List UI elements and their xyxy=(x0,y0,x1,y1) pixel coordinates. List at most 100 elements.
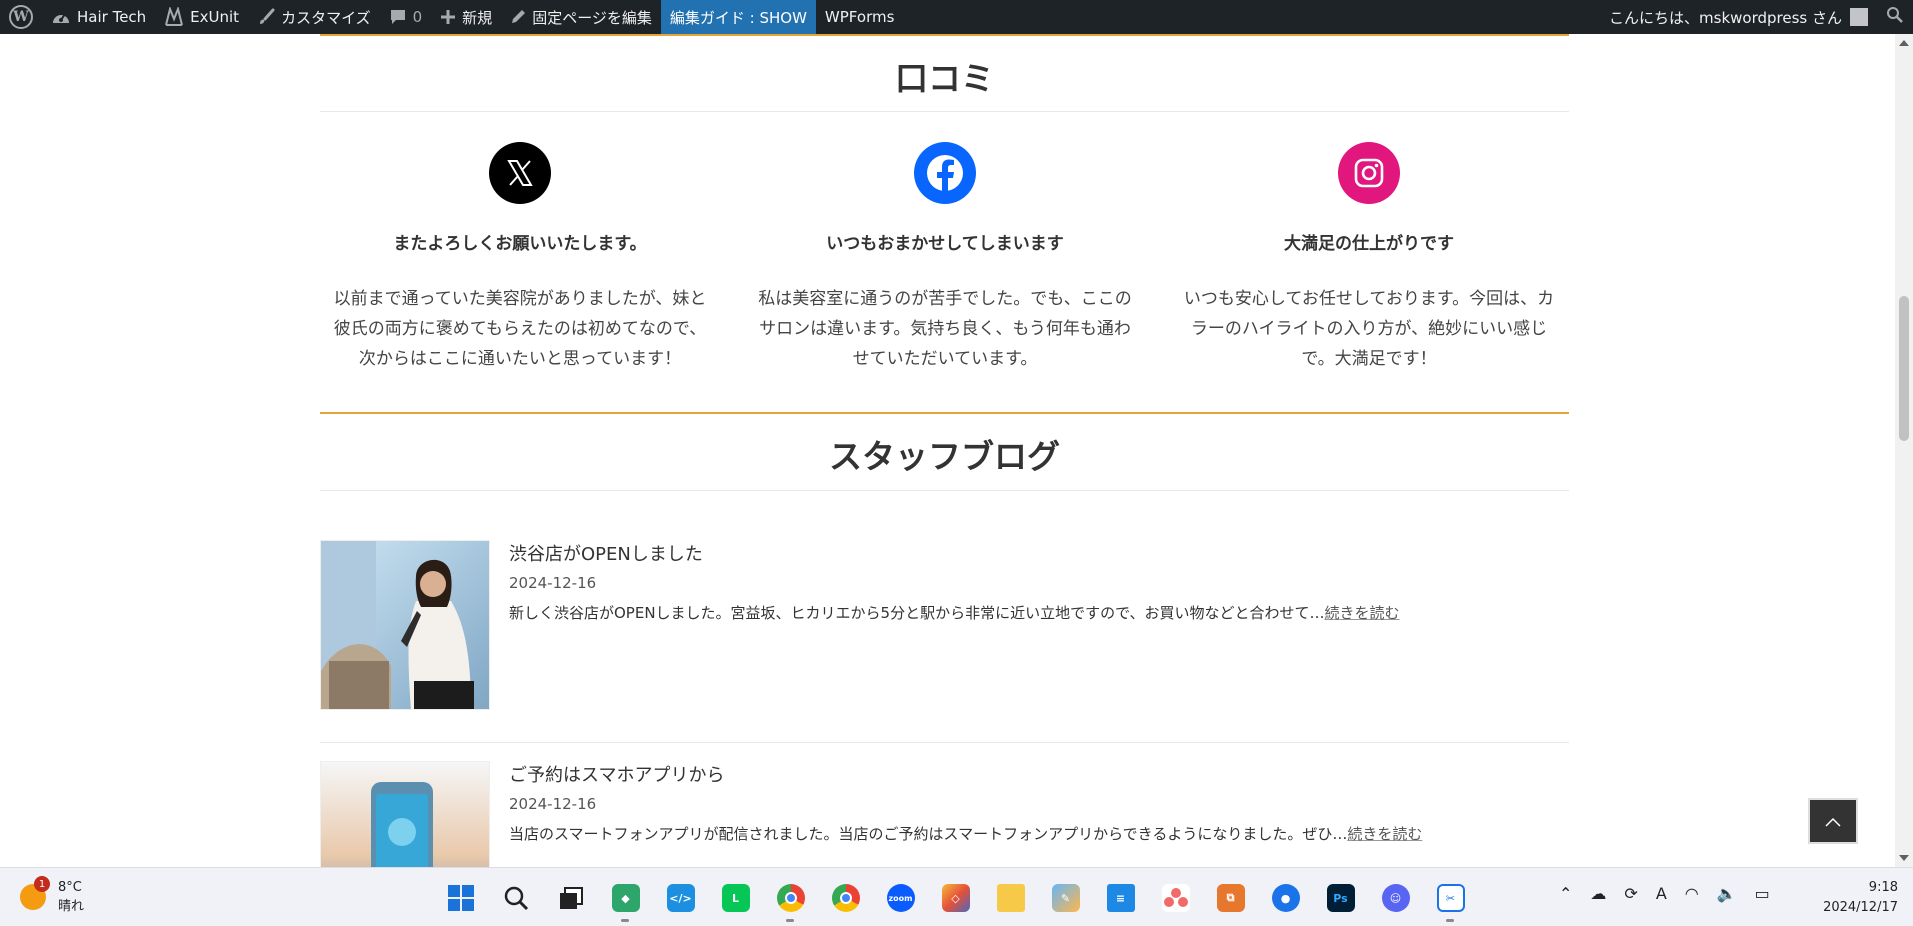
taskbar-app-maps[interactable]: ● xyxy=(1258,880,1313,916)
wp-logo-menu[interactable]: W xyxy=(0,0,42,34)
edit-guide-menu[interactable]: 編集ガイド : SHOW xyxy=(660,0,816,34)
edit-guide-label: 編集ガイド : SHOW xyxy=(669,8,807,27)
review-body: 以前まで通っていた美容院がありましたが、妹と 彼氏の両方に褒めてもらえたのは初め… xyxy=(320,284,720,374)
taskbar-app-file-explorer[interactable] xyxy=(983,880,1038,916)
sync-icon[interactable]: ⟳ xyxy=(1624,884,1637,903)
review-line: ラーのハイライトの入り方が、絶妙にいい感じ xyxy=(1190,319,1548,339)
avatar xyxy=(1850,8,1868,26)
edit-page-label: 固定ページを編集 xyxy=(532,8,652,27)
battery-icon[interactable]: ▭ xyxy=(1755,884,1770,903)
instagram-icon[interactable] xyxy=(1338,142,1400,204)
review-line: 彼氏の両方に褒めてもらえたのは初めてなので、 xyxy=(333,319,707,339)
section-divider xyxy=(320,412,1569,414)
review-line: いつも安心してお任せしております。今回は、カ xyxy=(1183,289,1555,309)
post-divider xyxy=(320,742,1569,743)
site-name-menu[interactable]: Hair Tech xyxy=(42,0,155,34)
taskbar-app-discord[interactable]: ☺ xyxy=(1368,880,1423,916)
read-more-link[interactable]: 続きを読む xyxy=(1325,604,1400,622)
post-date: 2024-12-16 xyxy=(509,574,597,592)
review-body: いつも安心してお任せしております。今回は、カ ラーのハイライトの入り方が、絶妙に… xyxy=(1169,284,1569,374)
speaker-icon[interactable]: 🔈 xyxy=(1717,884,1737,903)
search-icon xyxy=(1886,6,1904,28)
post-thumbnail-woman[interactable] xyxy=(320,540,490,710)
taskbar-app-line[interactable]: L xyxy=(708,880,763,916)
taskbar-app-chrome-1[interactable] xyxy=(763,880,818,922)
facebook-icon[interactable] xyxy=(914,142,976,204)
asana-icon xyxy=(1161,884,1190,912)
start-button[interactable] xyxy=(433,880,488,916)
post-title-link[interactable]: ご予約はスマホアプリから xyxy=(509,761,724,787)
review-body: 私は美容室に通うのが苦手でした。でも、ここの サロンは違います。気持ち良く、もう… xyxy=(745,284,1145,374)
customize-menu[interactable]: カスタマイズ xyxy=(248,0,380,34)
taskbar-app-zoom[interactable]: zoom xyxy=(873,880,928,916)
taskbar-app-gem[interactable]: ◇ xyxy=(928,880,983,916)
taskbar-app-asana[interactable] xyxy=(1148,880,1203,916)
scrollbar-thumb[interactable] xyxy=(1899,296,1909,441)
scroll-down-arrow-icon[interactable] xyxy=(1899,855,1909,861)
onedrive-offline-icon[interactable]: ☁ xyxy=(1590,884,1606,903)
taskbar-app-chrome-2[interactable] xyxy=(818,880,873,916)
review-title: いつもおまかせしてしまいます xyxy=(826,234,1064,254)
taskbar-app-box[interactable]: ⧉ xyxy=(1203,880,1258,916)
taskbar-app-snipping-tool[interactable]: ✂ xyxy=(1423,880,1478,922)
wpforms-menu[interactable]: WPForms xyxy=(816,0,903,34)
review-line: 私は美容室に通うのが苦手でした。でも、ここの xyxy=(758,289,1132,309)
blog-section-title: スタッフブログ xyxy=(829,437,1060,476)
ime-indicator[interactable]: A xyxy=(1656,884,1667,903)
scroll-up-arrow-icon[interactable] xyxy=(1899,40,1909,46)
exunit-icon xyxy=(164,7,184,27)
scissors-icon: ✂ xyxy=(1436,884,1465,912)
post-title-link[interactable]: 渋谷店がOPENしました xyxy=(509,540,703,566)
wifi-icon[interactable]: ◠ xyxy=(1685,884,1699,903)
x-twitter-icon[interactable] xyxy=(489,142,551,204)
clock-time: 9:18 xyxy=(1868,880,1898,895)
comment-bubble-icon xyxy=(389,8,407,26)
page-scrollbar[interactable] xyxy=(1895,34,1913,867)
edit-page-menu[interactable]: 固定ページを編集 xyxy=(501,0,661,34)
vscode-icon: </> xyxy=(666,884,695,912)
chevron-up-icon[interactable]: ⌃ xyxy=(1559,884,1572,903)
post-thumbnail-smartphone[interactable] xyxy=(320,761,490,867)
new-content-menu[interactable]: 新規 xyxy=(431,0,501,34)
notepad-icon: ≡ xyxy=(1106,884,1135,912)
discord-icon: ☺ xyxy=(1381,884,1410,912)
taskbar-app-sourcetree[interactable]: ◆ xyxy=(598,880,653,922)
search-icon xyxy=(504,886,528,911)
review-line: 次からはここに通いたいと思っています！ xyxy=(358,349,682,369)
map-pin-icon: ● xyxy=(1271,884,1300,912)
comments-menu[interactable]: 0 xyxy=(380,0,432,34)
task-view-icon xyxy=(559,887,583,909)
windows-start-icon xyxy=(447,885,474,911)
chrome-icon xyxy=(776,884,805,912)
taskbar-search-button[interactable] xyxy=(488,880,543,916)
system-tray: ⌃ ☁ ⟳ A ◠ 🔈 ▭ xyxy=(1550,884,1779,903)
page-top-button[interactable] xyxy=(1808,798,1858,844)
weather-widget[interactable]: 1 8°C 晴れ xyxy=(20,876,85,916)
review-card: またよろしくお願いいたします。 以前まで通っていた美容院がありましたが、妹と 彼… xyxy=(320,142,720,374)
my-account-menu[interactable]: こんにちは、mskwordpress さん xyxy=(1600,0,1877,34)
task-view-button[interactable] xyxy=(543,880,598,916)
taskbar-app-vscode[interactable]: </> xyxy=(653,880,708,916)
page-content: 口コミ またよろしくお願いいたします。 以前まで通っていた美容院がありましたが、… xyxy=(0,34,1895,867)
reviews-section-title: 口コミ xyxy=(895,59,994,98)
blog-post: ご予約はスマホアプリから 2024-12-16 当店のスマートフォンアプリが配信… xyxy=(320,761,1569,867)
taskbar-app-notepad[interactable]: ≡ xyxy=(1093,880,1148,916)
admin-search-button[interactable] xyxy=(1877,0,1913,34)
review-title: 大満足の仕上がりです xyxy=(1284,234,1454,254)
windows-taskbar: 1 8°C 晴れ ◆ </> L zoom ◇ ✎ ≡ ⧉ ● Ps ☺ ✂ ⌃… xyxy=(0,867,1913,926)
blog-title-underline xyxy=(320,490,1569,491)
post-excerpt-text: 新しく渋谷店がOPENしました。宮益坂、ヒカリエから5分と駅から非常に近い立地で… xyxy=(509,604,1325,622)
notification-badge: 1 xyxy=(34,876,50,892)
taskbar-clock[interactable]: 9:18 2024/12/17 xyxy=(1810,878,1898,918)
wordpress-icon: W xyxy=(9,5,33,29)
gem-icon: ◇ xyxy=(941,884,970,912)
wp-admin-bar: W Hair Tech ExUnit カスタマイズ 0 新規 固定ページを編集 xyxy=(0,0,1913,34)
line-icon: L xyxy=(721,884,750,912)
git-diamond-icon: ◆ xyxy=(611,884,640,912)
exunit-menu[interactable]: ExUnit xyxy=(155,0,248,34)
taskbar-app-photoshop[interactable]: Ps xyxy=(1313,880,1368,916)
post-excerpt: 新しく渋谷店がOPENしました。宮益坂、ヒカリエから5分と駅から非常に近い立地で… xyxy=(509,602,1400,623)
read-more-link[interactable]: 続きを読む xyxy=(1347,825,1422,843)
weather-condition: 晴れ xyxy=(58,899,85,914)
taskbar-app-paint[interactable]: ✎ xyxy=(1038,880,1093,916)
